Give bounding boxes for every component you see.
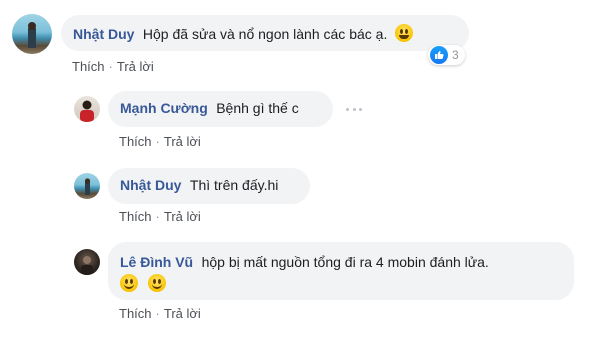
avatar-image bbox=[81, 256, 93, 275]
comment-bubble: Nhật Duy Hộp đã sửa và nổ ngon lành các … bbox=[61, 15, 469, 51]
separator-dot: · bbox=[108, 59, 113, 74]
comment-actions: Thích · Trả lời bbox=[72, 59, 154, 74]
comment-text: Thì trên đấy.hi bbox=[189, 177, 279, 193]
avatar-le-dinh-vu[interactable] bbox=[74, 249, 100, 275]
smile-emoji-icon bbox=[120, 274, 138, 292]
separator-dot: · bbox=[155, 134, 160, 149]
avatar-manh-cuong[interactable] bbox=[74, 96, 100, 122]
reply-link[interactable]: Trả lời bbox=[117, 59, 154, 74]
smile-emoji-icon bbox=[148, 274, 167, 292]
comment-text: Bệnh gì thế c bbox=[216, 100, 299, 116]
comment-author[interactable]: Nhật Duy bbox=[120, 177, 181, 193]
reply-link[interactable]: Trả lời bbox=[164, 306, 201, 321]
avatar-image bbox=[28, 22, 36, 48]
like-link[interactable]: Thích bbox=[119, 306, 152, 321]
comment-bubble: Nhật Duy Thì trên đấy.hi bbox=[108, 168, 310, 204]
like-link[interactable]: Thích bbox=[119, 209, 152, 224]
comment-actions: Thích · Trả lời bbox=[119, 134, 201, 149]
comment-actions: Thích · Trả lời bbox=[119, 306, 201, 321]
comment-bubble: Mạnh Cường Bệnh gì thế c bbox=[108, 91, 333, 127]
comment-bubble: Lê Đình Vũ hộp bị mất nguồn tổng đi ra 4… bbox=[108, 242, 574, 300]
comment-author[interactable]: Nhật Duy bbox=[73, 26, 134, 42]
avatar-image bbox=[80, 100, 94, 122]
separator-dot: · bbox=[155, 209, 160, 224]
reply-link[interactable]: Trả lời bbox=[164, 134, 201, 149]
like-link[interactable]: Thích bbox=[119, 134, 152, 149]
comment-author[interactable]: Lê Đình Vũ bbox=[120, 254, 193, 270]
avatar-image bbox=[84, 178, 91, 195]
like-link[interactable]: Thích bbox=[72, 59, 105, 74]
reaction-count-badge[interactable]: 3 bbox=[428, 45, 465, 65]
avatar-nhat-duy[interactable] bbox=[74, 173, 100, 199]
comment-actions: Thích · Trả lời bbox=[119, 209, 201, 224]
more-options-icon[interactable] bbox=[346, 107, 362, 111]
comment-text: hộp bị mất nguồn tổng đi ra 4 mobin đánh… bbox=[201, 254, 489, 270]
grinning-emoji-icon bbox=[394, 24, 413, 42]
reply-link[interactable]: Trả lời bbox=[164, 209, 201, 224]
avatar-nhat-duy[interactable] bbox=[12, 14, 52, 54]
comment-text: Hộp đã sửa và nổ ngon lành các bác ạ. bbox=[142, 26, 388, 42]
comment-author[interactable]: Mạnh Cường bbox=[120, 100, 208, 116]
reaction-count: 3 bbox=[452, 48, 459, 62]
separator-dot: · bbox=[155, 306, 160, 321]
like-thumb-icon bbox=[430, 46, 448, 64]
